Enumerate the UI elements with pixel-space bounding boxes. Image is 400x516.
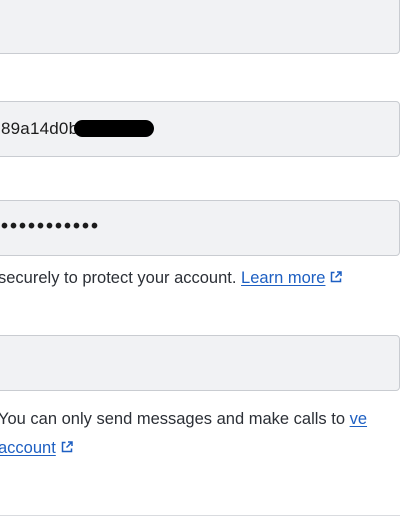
phone-help-line1: You can only send messages and make call… — [0, 405, 367, 434]
account-sid-text: 89a14d0b — [1, 119, 79, 138]
learn-more-link[interactable]: Learn more — [241, 269, 325, 287]
phone-number-field[interactable] — [0, 335, 400, 391]
external-link-icon[interactable] — [60, 440, 74, 454]
auth-token-help: securely to protect your account. Learn … — [0, 264, 343, 293]
account-sid-field[interactable]: 89a14d0b — [0, 101, 400, 157]
account-sid-value: 89a14d0b — [1, 119, 155, 139]
auth-token-value: ••••••••••• — [1, 215, 101, 238]
phone-help-text: You can only send messages and make call… — [0, 410, 350, 428]
account-link[interactable]: account — [0, 439, 56, 457]
external-link-icon[interactable] — [329, 270, 343, 284]
phone-help-line2: account — [0, 434, 74, 463]
auth-token-field[interactable]: ••••••••••• — [0, 200, 400, 256]
redaction-mark — [74, 120, 155, 138]
verified-numbers-link[interactable]: ve — [350, 410, 367, 428]
top-field[interactable] — [0, 0, 400, 54]
settings-page: 89a14d0b ••••••••••• securely to protect… — [0, 0, 400, 516]
auth-token-help-text: securely to protect your account. — [0, 269, 242, 287]
